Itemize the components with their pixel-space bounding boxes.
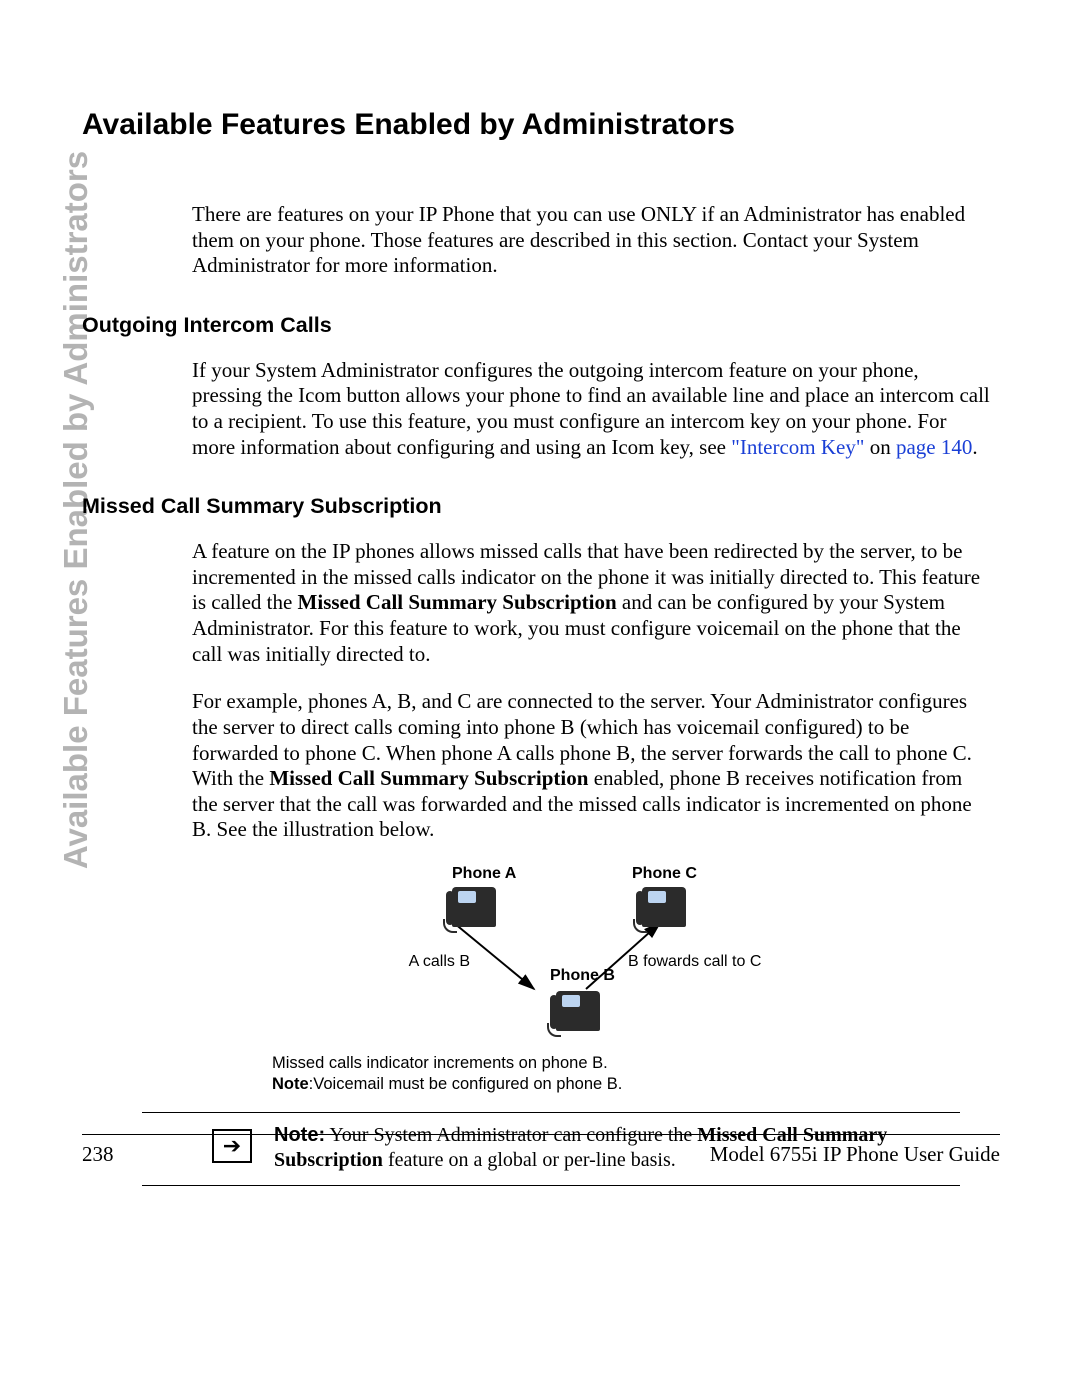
missed-call-paragraph-1: A feature on the IP phones allows missed…	[192, 539, 990, 667]
document-title-footer: Model 6755i IP Phone User Guide	[710, 1142, 1000, 1167]
intro-paragraph: There are features on your IP Phone that…	[192, 202, 990, 279]
label-phone-c: Phone C	[632, 865, 697, 883]
link-page-ref[interactable]: page 140	[896, 435, 972, 459]
document-page: Available Features Enabled by Administra…	[0, 0, 1080, 1397]
page-title: Available Features Enabled by Administra…	[82, 108, 1000, 142]
bold-term: Missed Call Summary Subscription	[269, 766, 588, 790]
caption-line-2: Note:Voicemail must be configured on pho…	[272, 1074, 1000, 1095]
page-footer: 238 Model 6755i IP Phone User Guide	[82, 1142, 1000, 1167]
phone-a-icon	[452, 887, 496, 927]
label-arrow-b-forwards: B fowards call to C	[628, 953, 761, 971]
label-phone-a: Phone A	[452, 865, 516, 883]
missed-call-paragraph-2: For example, phones A, B, and C are conn…	[192, 689, 990, 843]
note-rule-bottom	[142, 1185, 960, 1186]
caption-note-text: :Voicemail must be configured on phone B…	[309, 1075, 623, 1093]
footer-rule	[82, 1134, 1000, 1135]
caption-note-label: Note	[272, 1075, 309, 1093]
text-run: on	[864, 435, 896, 459]
phone-c-icon	[642, 887, 686, 927]
diagram-caption: Missed calls indicator increments on pho…	[272, 1053, 1000, 1094]
label-arrow-a-calls-b: A calls B	[409, 953, 470, 971]
label-phone-b: Phone B	[550, 967, 615, 985]
text-run: .	[972, 435, 977, 459]
section-heading-missed-call: Missed Call Summary Subscription	[82, 494, 1000, 519]
outgoing-intercom-paragraph: If your System Administrator configures …	[192, 358, 990, 460]
caption-line-1: Missed calls indicator increments on pho…	[272, 1053, 1000, 1074]
page-content: Available Features Enabled by Administra…	[82, 108, 1000, 1186]
section-heading-outgoing-intercom: Outgoing Intercom Calls	[82, 313, 1000, 338]
bold-term: Missed Call Summary Subscription	[298, 590, 617, 614]
call-flow-diagram: Phone A Phone C Phone B A calls B B fowa…	[272, 865, 792, 1045]
link-intercom-key[interactable]: "Intercom Key"	[731, 435, 864, 459]
page-number: 238	[82, 1142, 114, 1167]
phone-b-icon	[556, 991, 600, 1031]
